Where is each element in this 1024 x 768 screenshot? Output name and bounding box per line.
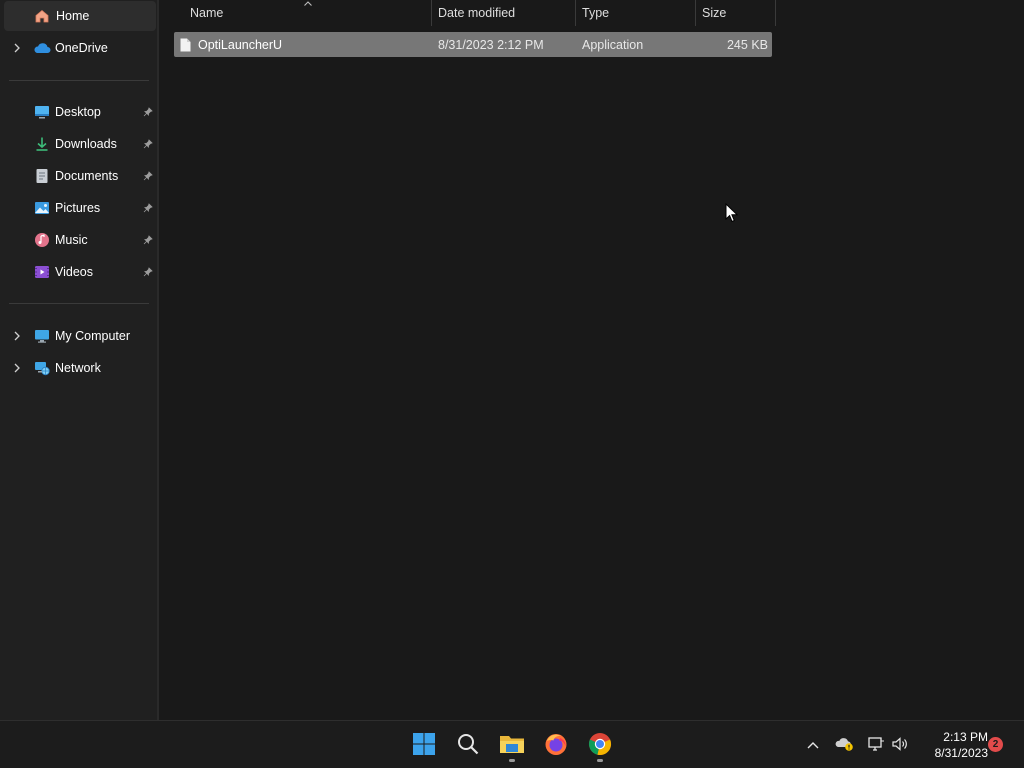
column-header-name[interactable]: Name [190, 0, 430, 26]
sidebar-item-pictures[interactable]: Pictures [4, 193, 156, 223]
video-icon [33, 263, 51, 281]
column-divider[interactable] [431, 0, 432, 26]
file-explorer-button[interactable] [492, 725, 532, 765]
file-explorer-icon [499, 733, 525, 758]
picture-icon [33, 199, 51, 217]
pin-icon [142, 106, 154, 118]
divider [9, 80, 149, 81]
navigation-pane: Home OneDrive Desktop Downloads Document… [0, 0, 157, 720]
search-button[interactable] [448, 725, 488, 765]
onedrive-tray-button[interactable] [835, 735, 855, 755]
chevron-right-icon[interactable] [12, 331, 22, 341]
file-date-modified: 8/31/2023 2:12 PM [438, 37, 544, 52]
divider [9, 303, 149, 304]
column-divider[interactable] [775, 0, 776, 26]
chrome-icon [588, 732, 612, 759]
start-button[interactable] [404, 725, 444, 765]
file-list-view: Name Date modified Type Size OptiLaunche… [159, 0, 1024, 720]
chevron-right-icon[interactable] [12, 363, 22, 373]
start-icon [412, 732, 436, 759]
column-header-label: Date modified [438, 6, 516, 20]
sidebar-item-my-computer[interactable]: My Computer [4, 321, 156, 351]
running-indicator [509, 759, 515, 762]
computer-icon [33, 327, 51, 345]
sidebar-item-onedrive[interactable]: OneDrive [4, 33, 156, 63]
chrome-button[interactable] [580, 725, 620, 765]
network-icon [33, 359, 51, 377]
file-icon [180, 32, 192, 57]
clock-date: 8/31/2023 [934, 746, 988, 760]
network-tray-button[interactable] [866, 735, 886, 755]
chevron-right-icon[interactable] [12, 43, 22, 53]
sidebar-item-label: Music [55, 233, 88, 247]
sidebar-item-desktop[interactable]: Desktop [4, 97, 156, 127]
column-header-label: Type [582, 6, 610, 20]
sidebar-item-music[interactable]: Music [4, 225, 156, 255]
sidebar-item-network[interactable]: Network [4, 353, 156, 383]
sidebar-item-label: Documents [55, 169, 119, 183]
firefox-icon [544, 732, 568, 759]
sidebar-item-downloads[interactable]: Downloads [4, 129, 156, 159]
sidebar-item-videos[interactable]: Videos [4, 257, 156, 287]
search-icon [457, 733, 479, 758]
sidebar-item-label: Network [55, 361, 101, 375]
cloud-warning-icon [835, 736, 855, 755]
sidebar-item-label: Pictures [55, 201, 101, 215]
pin-icon [142, 170, 154, 182]
sidebar-item-label: Home [56, 9, 90, 23]
cloud-icon [33, 39, 51, 57]
home-icon [33, 7, 51, 25]
pin-icon [142, 138, 154, 150]
running-indicator [597, 759, 603, 762]
file-name: OptiLauncherU [198, 37, 283, 52]
show-hidden-icons-button[interactable] [803, 735, 823, 755]
clock[interactable]: 2:13 PM 8/31/2023 [916, 729, 988, 761]
column-divider[interactable] [575, 0, 576, 26]
notification-badge[interactable]: 2 [988, 737, 1003, 752]
volume-tray-button[interactable] [890, 735, 910, 755]
pin-icon [142, 266, 154, 278]
chevron-up-icon [807, 738, 819, 752]
sidebar-item-home[interactable]: Home [4, 1, 156, 31]
document-icon [33, 167, 51, 185]
desktop-icon [33, 103, 51, 121]
column-header-date-modified[interactable]: Date modified [438, 0, 574, 26]
sidebar-item-label: Downloads [55, 137, 117, 151]
column-divider[interactable] [695, 0, 696, 26]
sidebar-item-label: Desktop [55, 105, 101, 119]
clock-time: 2:13 PM [943, 730, 988, 744]
mouse-cursor-icon [725, 203, 739, 223]
column-header-label: Name [190, 6, 224, 20]
sidebar-item-label: My Computer [55, 329, 131, 343]
column-header-size[interactable]: Size [702, 0, 774, 26]
file-size: 245 KB [726, 37, 768, 52]
download-icon [33, 135, 51, 153]
column-header-label: Size [702, 6, 727, 20]
sidebar-item-label: OneDrive [55, 41, 108, 55]
taskbar: 2:13 PM 8/31/2023 2 [0, 720, 1024, 768]
sidebar-item-documents[interactable]: Documents [4, 161, 156, 191]
file-row[interactable]: OptiLauncherU 8/31/2023 2:12 PM Applicat… [174, 32, 772, 57]
music-icon [33, 231, 51, 249]
firefox-button[interactable] [536, 725, 576, 765]
file-type: Application [582, 37, 644, 52]
column-header-type[interactable]: Type [582, 0, 694, 26]
network-icon [867, 736, 885, 755]
pin-icon [142, 202, 154, 214]
sidebar-item-label: Videos [55, 265, 93, 279]
pin-icon [142, 234, 154, 246]
volume-icon [891, 736, 909, 755]
